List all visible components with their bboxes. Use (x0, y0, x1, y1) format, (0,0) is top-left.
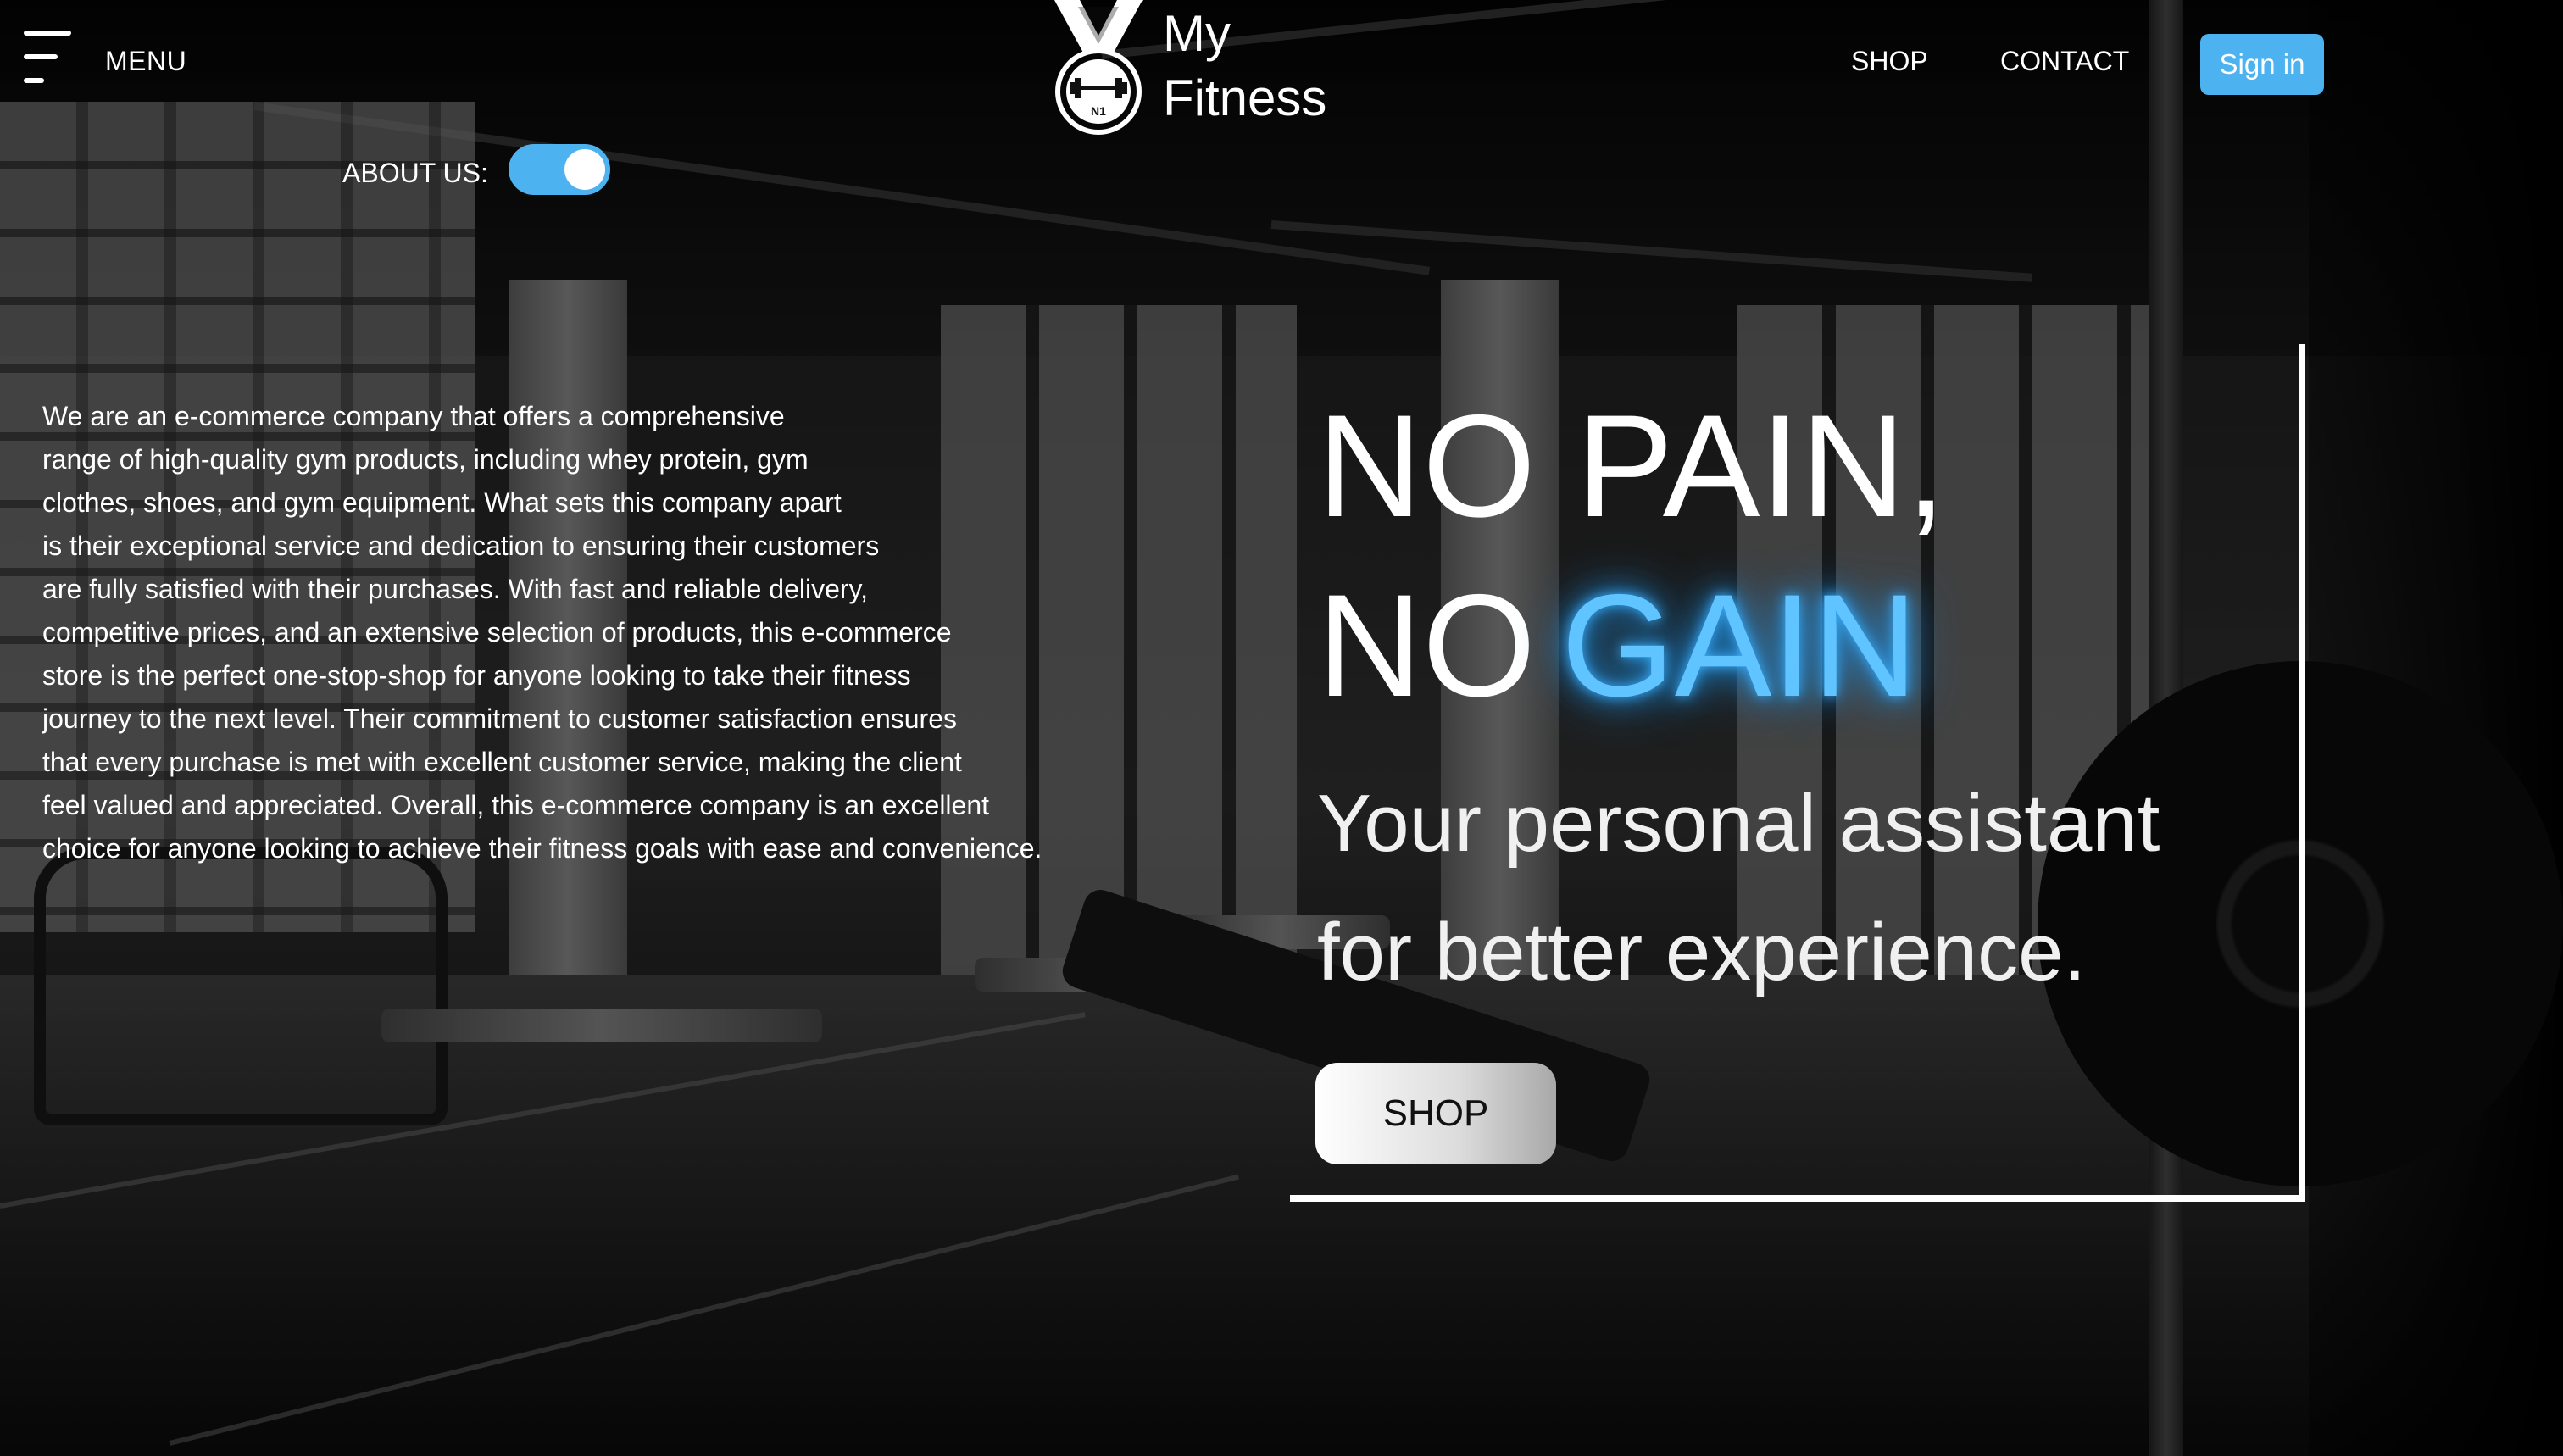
about-line: is their exceptional service and dedicat… (42, 531, 880, 561)
logo-dumbbell-plate (1115, 78, 1122, 98)
about-line: are fully satisfied with their purchases… (42, 574, 869, 604)
about-line: We are an e-commerce company that offers… (42, 401, 785, 431)
hero-frame-bottom (1290, 1195, 2305, 1202)
brand-line-1: My (1163, 5, 1231, 62)
logo-dumbbell-bar (1081, 86, 1115, 90)
tagline-line1: Your personal assistant (1317, 778, 2160, 869)
hero-no: NO (1317, 564, 1536, 727)
brand-line-2: Fitness (1163, 69, 1327, 126)
hamburger-line (24, 78, 44, 83)
hamburger-icon[interactable] (24, 31, 75, 85)
hero-headline-line2: NO GAIN (1317, 561, 1918, 731)
about-line: feel valued and appreciated. Overall, th… (42, 790, 990, 820)
about-line: range of high-quality gym products, incl… (42, 444, 809, 475)
menu-label[interactable]: MENU (105, 46, 186, 77)
nav-contact-link[interactable]: CONTACT (2000, 46, 2129, 77)
hamburger-line (24, 31, 71, 36)
hero-tagline: Your personal assistant for better exper… (1317, 759, 2334, 1017)
tagline-line2: for better experience. (1317, 907, 2087, 998)
about-line: competitive prices, and an extensive sel… (42, 617, 952, 647)
about-us-label: ABOUT US: (342, 158, 488, 188)
hero-gain-highlight: GAIN (1561, 564, 1918, 727)
logo-dumbbell-plate (1075, 78, 1081, 98)
about-line: journey to the next level. Their commitm… (42, 703, 957, 734)
logo-dumbbell-plate (1122, 82, 1127, 94)
hero-headline-line1: NO PAIN, (1317, 385, 1947, 547)
shop-cta-button[interactable]: SHOP (1315, 1063, 1556, 1164)
toggle-knob (564, 149, 605, 190)
about-us-description: We are an e-commerce company that offers… (42, 395, 1144, 870)
brand-name[interactable]: My Fitness (1163, 2, 1326, 131)
about-line: that every purchase is met with excellen… (42, 747, 962, 777)
nav-shop-link[interactable]: SHOP (1851, 46, 1928, 77)
about-line: store is the perfect one-stop-shop for a… (42, 660, 911, 691)
about-us-toggle[interactable] (509, 144, 610, 195)
about-line: clothes, shoes, and gym equipment. What … (42, 487, 842, 518)
about-line: choice for anyone looking to achieve the… (42, 833, 1042, 864)
hamburger-line (24, 54, 58, 59)
medal-dumbbell-icon[interactable]: N1 (1049, 0, 1148, 136)
sign-in-button[interactable]: Sign in (2200, 34, 2324, 95)
logo-dumbbell-plate (1070, 82, 1075, 94)
logo-badge-text: N1 (1091, 104, 1106, 118)
